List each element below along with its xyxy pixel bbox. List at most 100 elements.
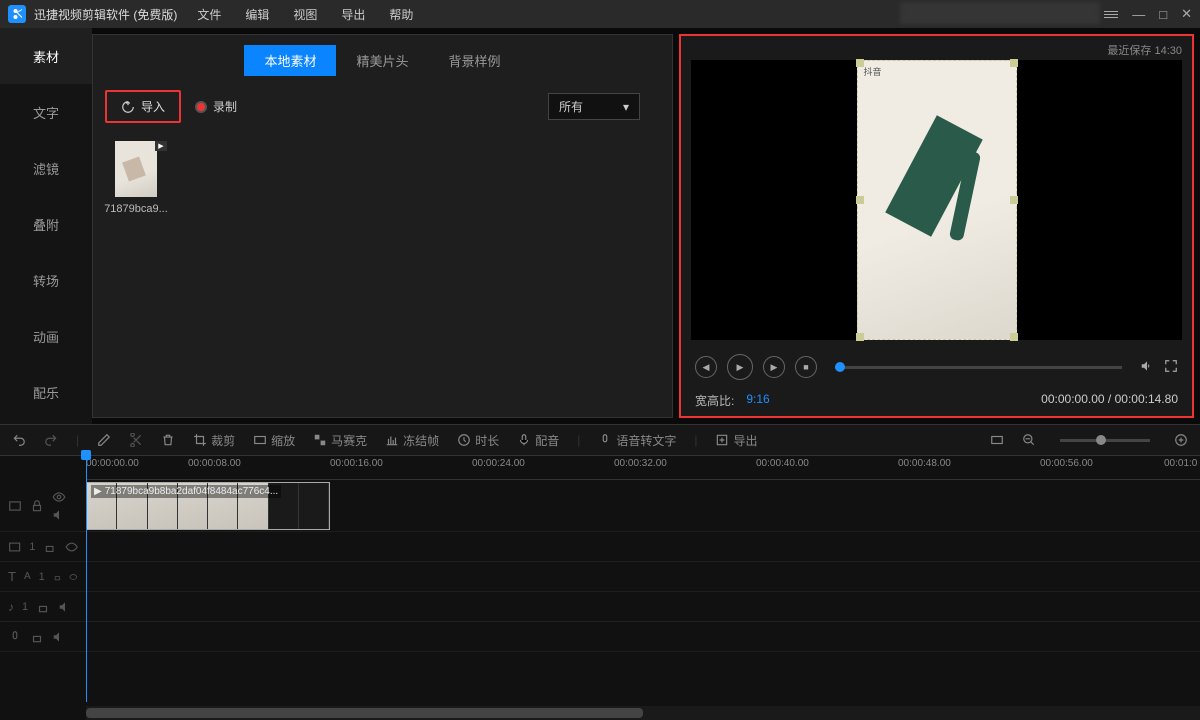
video-content[interactable]: 抖音 <box>857 60 1017 340</box>
progress-handle[interactable] <box>835 362 845 372</box>
redo-button[interactable] <box>44 433 58 447</box>
close-icon[interactable]: ✕ <box>1181 6 1192 22</box>
video-clip[interactable]: ▶ 71879bca9b8ba2daf04f8484ac776c4... <box>86 482 330 530</box>
eye-icon[interactable] <box>52 490 66 504</box>
lock-icon[interactable] <box>36 600 50 614</box>
scrollbar-thumb[interactable] <box>86 708 643 718</box>
lock-icon[interactable] <box>30 499 44 513</box>
zoom-handle[interactable] <box>1096 435 1106 445</box>
text-icon: T <box>8 569 16 584</box>
hamburger-icon[interactable] <box>1104 11 1118 18</box>
lock-icon[interactable] <box>30 630 44 644</box>
handle-tr[interactable] <box>1010 59 1018 67</box>
menu-export[interactable]: 导出 <box>341 6 365 23</box>
import-button[interactable]: 导入 <box>105 90 181 123</box>
speaker-icon[interactable] <box>52 508 66 522</box>
filter-dropdown[interactable]: 所有 ▾ <box>548 93 640 120</box>
menu-bar: 文件 编辑 视图 导出 帮助 <box>197 6 413 23</box>
next-frame-button[interactable]: ▶ <box>763 356 785 378</box>
handle-mr[interactable] <box>1010 196 1018 204</box>
video-viewport[interactable]: 抖音 <box>691 60 1182 340</box>
sidebar-item-filter[interactable]: 滤镜 <box>0 140 92 196</box>
material-tabs: 本地素材 精美片头 背景样例 <box>93 45 672 76</box>
freeze-tool[interactable]: 冻结帧 <box>385 432 439 449</box>
menu-help[interactable]: 帮助 <box>389 6 413 23</box>
record-button[interactable]: 录制 <box>195 98 237 115</box>
playhead[interactable] <box>86 450 87 702</box>
handle-br[interactable] <box>1010 333 1018 341</box>
cut-button[interactable] <box>129 433 143 447</box>
play-button[interactable]: ▶ <box>727 354 753 380</box>
prev-frame-button[interactable]: ◀ <box>695 356 717 378</box>
sidebar-item-transition[interactable]: 转场 <box>0 252 92 308</box>
tab-local[interactable]: 本地素材 <box>244 45 336 76</box>
menu-view[interactable]: 视图 <box>293 6 317 23</box>
music-icon: ♪ <box>8 600 14 614</box>
zoom-in-button[interactable] <box>1174 433 1188 447</box>
handle-bl[interactable] <box>856 333 864 341</box>
speech-tool[interactable]: 语音转文字 <box>598 432 676 449</box>
ruler-tick: 00:00:16.00 <box>330 458 383 469</box>
export-tool[interactable]: 导出 <box>715 432 757 449</box>
track-body[interactable] <box>86 622 1200 651</box>
track-number: 1 <box>39 571 45 583</box>
speaker-icon[interactable] <box>58 600 72 614</box>
time-current: 00:00:00.00 <box>1041 392 1104 406</box>
zoom-tool[interactable]: 缩放 <box>253 432 295 449</box>
track-body[interactable] <box>86 592 1200 621</box>
horizontal-scrollbar[interactable] <box>86 706 1200 720</box>
menu-file[interactable]: 文件 <box>197 6 221 23</box>
edit-toolbar: | 裁剪 缩放 马赛克 冻结帧 时长 配音 | 语音转文字 | 导出 <box>0 424 1200 456</box>
tab-bg[interactable]: 背景样例 <box>429 45 521 76</box>
sidebar-item-overlay[interactable]: 叠附 <box>0 196 92 252</box>
handle-tl[interactable] <box>856 59 864 67</box>
last-saved-label: 最近保存 14:30 <box>1107 42 1182 58</box>
eye-icon[interactable] <box>65 540 78 554</box>
film-icon <box>8 499 22 513</box>
track-body[interactable]: ▶ 71879bca9b8ba2daf04f8484ac776c4... <box>86 480 1200 531</box>
import-icon <box>121 100 135 114</box>
eye-icon[interactable] <box>69 570 78 584</box>
crop-tool[interactable]: 裁剪 <box>193 432 235 449</box>
zoom-slider[interactable] <box>1060 439 1150 442</box>
dub-tool[interactable]: 配音 <box>517 432 559 449</box>
volume-icon[interactable] <box>1140 359 1154 376</box>
sidebar-item-music[interactable]: 配乐 <box>0 364 92 420</box>
track-head-video <box>0 480 86 531</box>
delete-button[interactable] <box>161 433 175 447</box>
menu-edit[interactable]: 编辑 <box>245 6 269 23</box>
handle-ml[interactable] <box>856 196 864 204</box>
maximize-icon[interactable]: □ <box>1159 7 1167 22</box>
lock-icon[interactable] <box>53 570 62 584</box>
track-body[interactable] <box>86 532 1200 561</box>
ruler-tick: 00:00:00.00 <box>86 458 139 469</box>
duration-tool[interactable]: 时长 <box>457 432 499 449</box>
mic-icon <box>8 630 22 644</box>
edit-button[interactable] <box>97 433 111 447</box>
sidebar-item-material[interactable]: 素材 <box>0 28 92 84</box>
text-track: TA 1 <box>0 562 1200 592</box>
speaker-icon[interactable] <box>52 630 66 644</box>
fit-button[interactable] <box>990 433 1004 447</box>
material-thumb[interactable]: ▶ 71879bca9... <box>105 141 167 215</box>
sidebar-item-text[interactable]: 文字 <box>0 84 92 140</box>
tracks: ▶ 71879bca9b8ba2daf04f8484ac776c4... 1 T… <box>0 480 1200 706</box>
app-title: 迅捷视频剪辑软件 (免费版) <box>34 6 177 23</box>
undo-button[interactable] <box>12 433 26 447</box>
time-ruler[interactable]: 00:00:00.00 00:00:08.00 00:00:16.00 00:0… <box>86 456 1200 480</box>
zoom-out-button[interactable] <box>1022 433 1036 447</box>
progress-bar[interactable] <box>835 366 1122 369</box>
sidebar-item-animation[interactable]: 动画 <box>0 308 92 364</box>
overlay-track: 1 <box>0 532 1200 562</box>
stop-button[interactable]: ■ <box>795 356 817 378</box>
track-head-text: TA 1 <box>0 562 86 591</box>
mosaic-tool[interactable]: 马赛克 <box>313 432 367 449</box>
lock-icon[interactable] <box>43 540 56 554</box>
material-panel: 本地素材 精美片头 背景样例 导入 录制 所有 ▾ ▶ 71879bca9... <box>92 34 673 418</box>
tab-intro[interactable]: 精美片头 <box>336 45 428 76</box>
blurred-region <box>900 2 1100 24</box>
fullscreen-icon[interactable] <box>1164 359 1178 376</box>
minimize-icon[interactable]: — <box>1132 7 1145 22</box>
ratio-value[interactable]: 9:16 <box>746 392 769 409</box>
track-body[interactable] <box>86 562 1200 591</box>
